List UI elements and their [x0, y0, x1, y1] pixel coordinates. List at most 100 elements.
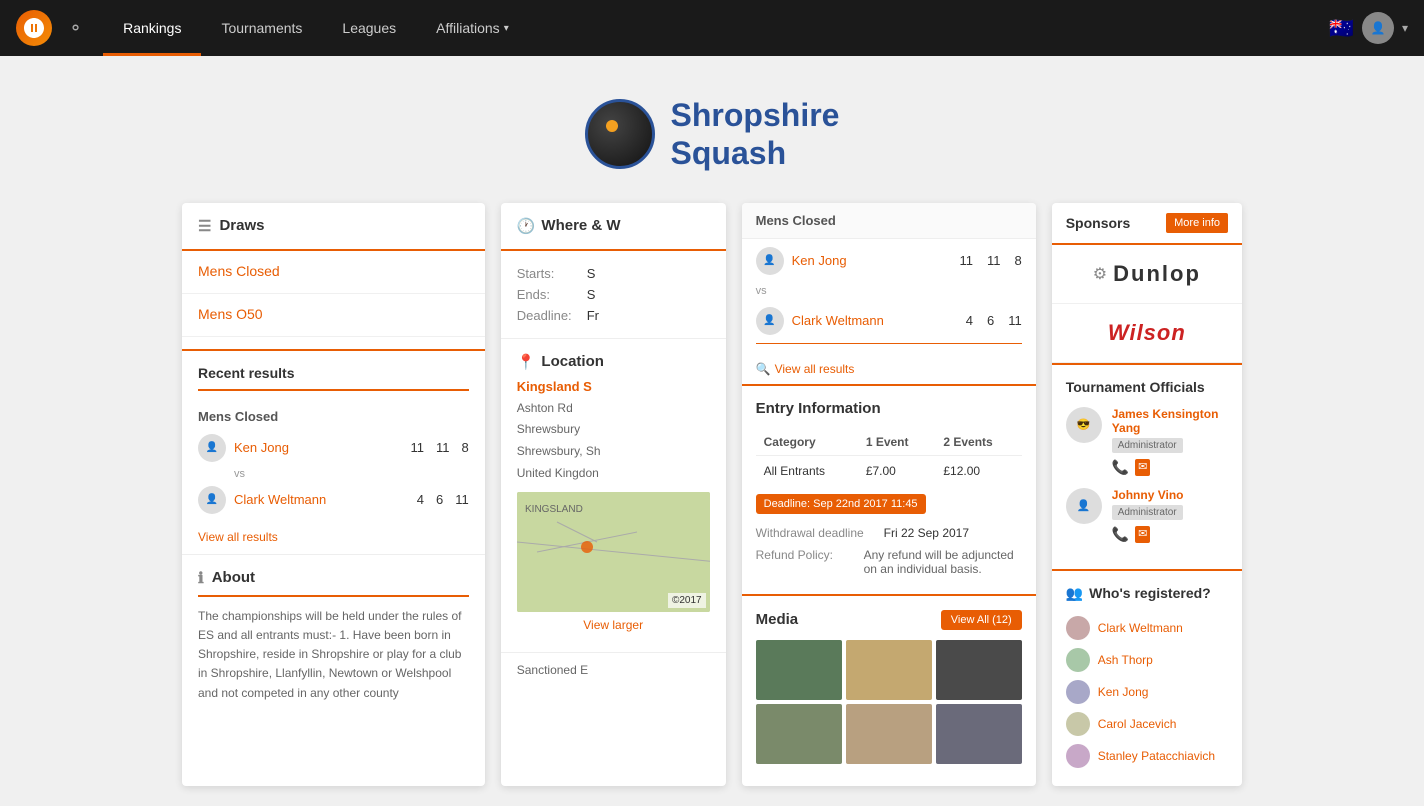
user-dropdown-icon[interactable]: ▾	[1402, 21, 1408, 35]
about-section: ℹ About The championships will be held u…	[182, 554, 485, 717]
location-pin-icon: 📍	[517, 353, 536, 371]
location-title: 📍 Location	[517, 353, 710, 371]
nav-item-rankings[interactable]: Rankings	[103, 0, 201, 56]
registered-title: 👥 Who's registered?	[1066, 585, 1228, 602]
result-category: Mens Closed	[198, 401, 469, 428]
col-2events: 2 Events	[935, 429, 1021, 456]
result-row-player2: 👤 Clark Weltmann 4 6 11	[198, 480, 469, 520]
entry-section: Entry Information Category 1 Event 2 Eve…	[742, 384, 1036, 594]
official2-avatar: 👤	[1066, 488, 1102, 524]
draws-section-title: ☰ Draws	[182, 203, 485, 251]
view-all-media-button[interactable]: View All (12)	[941, 610, 1022, 630]
about-title: ℹ About	[198, 569, 469, 597]
media-thumb-5[interactable]	[846, 704, 932, 764]
match-player1-row: 👤 Ken Jong 11 11 8	[742, 239, 1036, 283]
official1-role: Administrator	[1112, 438, 1183, 453]
deadline-row: Deadline: Fr	[517, 305, 710, 326]
reg-avatar-5	[1066, 744, 1090, 768]
match-player2-row: 👤 Clark Weltmann 4 6 11	[742, 299, 1036, 343]
official1-avatar: 😎	[1066, 407, 1102, 443]
email-icon-2[interactable]: ✉	[1135, 526, 1150, 543]
registered-item-1: Clark Weltmann	[1066, 612, 1228, 644]
withdrawal-row: Withdrawal deadline Fri 22 Sep 2017	[756, 522, 1022, 544]
nav-item-affiliations[interactable]: Affiliations ▾	[416, 0, 529, 56]
view-larger-link[interactable]: View larger	[517, 612, 710, 638]
email-icon[interactable]: ✉	[1135, 459, 1150, 476]
officials-section: Tournament Officials 😎 James Kensington …	[1052, 363, 1242, 569]
match-player1-name[interactable]: Ken Jong	[792, 253, 952, 268]
official1-info: James Kensington Yang Administrator 📞 ✉	[1112, 407, 1228, 476]
refund-row: Refund Policy: Any refund will be adjunc…	[756, 544, 1022, 580]
col-1event: 1 Event	[858, 429, 936, 456]
media-section: Media View All (12)	[742, 594, 1036, 778]
media-thumb-1[interactable]	[756, 640, 842, 700]
match-player2-avatar: 👤	[756, 307, 784, 335]
official2-name[interactable]: Johnny Vino	[1112, 488, 1184, 502]
phone-icon[interactable]: 📞	[1112, 459, 1129, 476]
media-thumb-6[interactable]	[936, 704, 1022, 764]
content-wrapper: ☰ Draws Mens Closed Mens O50 Recent resu…	[182, 203, 1242, 786]
official2-actions: 📞 ✉	[1112, 526, 1184, 543]
search-icon[interactable]: ⚬	[68, 18, 83, 39]
official-row-2: 👤 Johnny Vino Administrator 📞 ✉	[1066, 488, 1228, 543]
official-row-1: 😎 James Kensington Yang Administrator 📞 …	[1066, 407, 1228, 476]
officials-title: Tournament Officials	[1066, 379, 1228, 395]
sponsors-title: Sponsors	[1066, 215, 1131, 231]
reg-name-3[interactable]: Ken Jong	[1098, 685, 1149, 699]
reg-name-5[interactable]: Stanley Patacchiavich	[1098, 749, 1215, 763]
official1-name[interactable]: James Kensington Yang	[1112, 407, 1228, 435]
dunlop-chevron-icon: ⚙	[1093, 264, 1107, 284]
nav-right: 🇦🇺 👤 ▾	[1329, 12, 1408, 44]
match-player2-scores: 4 6 11	[966, 313, 1022, 328]
card-sponsors: Sponsors More info ⚙ Dunlop Wilson Tourn…	[1052, 203, 1242, 786]
location-address: Ashton Rd Shrewsbury Shrewsbury, Sh Unit…	[517, 398, 710, 484]
draw-item-mens-closed[interactable]: Mens Closed	[182, 251, 485, 294]
match-player2-name[interactable]: Clark Weltmann	[792, 313, 958, 328]
map-credit: ©2017	[668, 593, 706, 608]
nav-item-tournaments[interactable]: Tournaments	[201, 0, 322, 56]
col-category: Category	[756, 429, 858, 456]
view-all-results-link[interactable]: View all results	[198, 520, 469, 554]
reg-name-4[interactable]: Carol Jacevich	[1098, 717, 1177, 731]
nav-item-leagues[interactable]: Leagues	[322, 0, 416, 56]
svg-text:KINGSLAND: KINGSLAND	[525, 504, 583, 515]
media-header: Media View All (12)	[756, 610, 1022, 630]
match-divider	[756, 343, 1022, 344]
media-thumb-3[interactable]	[936, 640, 1022, 700]
media-grid	[756, 640, 1022, 764]
reg-avatar-1	[1066, 616, 1090, 640]
starts-row: Starts: S	[517, 263, 710, 284]
player2-avatar: 👤	[198, 486, 226, 514]
wilson-logo: Wilson	[1052, 304, 1242, 363]
card-right: Mens Closed 👤 Ken Jong 11 11 8 vs 👤 Clar…	[742, 203, 1036, 786]
where-section: 🕐 Where & W	[501, 203, 726, 251]
logo-icon[interactable]	[16, 10, 52, 46]
draw-item-mens-o50[interactable]: Mens O50	[182, 294, 485, 337]
about-text: The championships will be held under the…	[198, 607, 469, 703]
user-avatar[interactable]: 👤	[1362, 12, 1394, 44]
cards-row: ☰ Draws Mens Closed Mens O50 Recent resu…	[182, 203, 1242, 786]
reg-avatar-3	[1066, 680, 1090, 704]
match-player1-scores: 11 11 8	[959, 253, 1021, 268]
squash-ball-icon	[585, 99, 655, 169]
nav-items: Rankings Tournaments Leagues Affiliation…	[103, 0, 529, 56]
more-info-button[interactable]: More info	[1166, 213, 1228, 233]
sponsors-header: Sponsors More info	[1052, 203, 1242, 245]
media-thumb-2[interactable]	[846, 640, 932, 700]
dunlop-logo: ⚙ Dunlop	[1052, 245, 1242, 304]
official2-info: Johnny Vino Administrator 📞 ✉	[1112, 488, 1184, 543]
reg-name-2[interactable]: Ash Thorp	[1098, 653, 1153, 667]
deadline-badge: Deadline: Sep 22nd 2017 11:45	[756, 494, 926, 514]
reg-name-1[interactable]: Clark Weltmann	[1098, 621, 1183, 635]
recent-results-section: Recent results Mens Closed 👤 Ken Jong 11…	[182, 351, 485, 554]
map-preview[interactable]: KINGSLAND ©2017	[517, 492, 710, 612]
location-venue-name[interactable]: Kingsland S	[517, 379, 710, 394]
entry-title: Entry Information	[756, 400, 1022, 417]
view-all-results-btn[interactable]: 🔍 View all results	[742, 354, 1036, 384]
media-thumb-4[interactable]	[756, 704, 842, 764]
phone-icon-2[interactable]: 📞	[1112, 526, 1129, 543]
card-left: ☰ Draws Mens Closed Mens O50 Recent resu…	[182, 203, 485, 786]
info-table: Starts: S Ends: S Deadline: Fr	[501, 251, 726, 338]
registered-section: 👥 Who's registered? Clark Weltmann Ash T…	[1052, 569, 1242, 786]
match-category: Mens Closed	[742, 203, 1036, 239]
